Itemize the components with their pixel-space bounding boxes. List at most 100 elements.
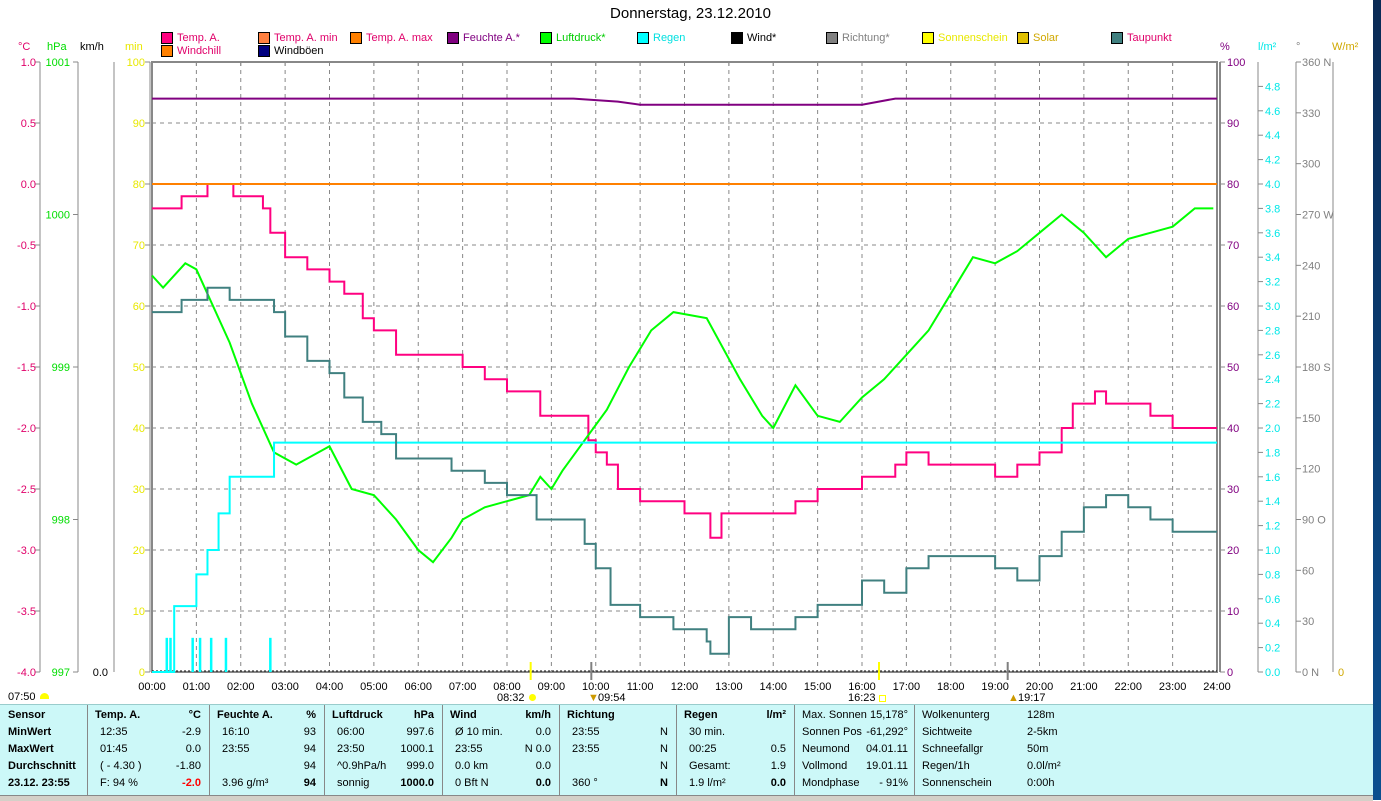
table-cell: N [660, 760, 668, 772]
celsius-tick-label: -4.0 [17, 667, 36, 679]
direction-tick-label: 30 [1302, 616, 1314, 628]
table-header-cell: Feuchte A. [217, 709, 273, 721]
table-header-cell: Richtung [567, 709, 615, 721]
min-tick-label: 50 [133, 362, 145, 374]
time-tick-label: 03:00 [271, 681, 299, 693]
rain-tick-label: 2.2 [1265, 399, 1280, 411]
min-tick-label: 20 [133, 545, 145, 557]
celsius-tick-label: -1.0 [17, 301, 36, 313]
table-cell: -2.9 [182, 726, 201, 738]
direction-tick-label: 330 [1302, 108, 1320, 120]
rain-tick-label: 2.4 [1265, 374, 1280, 386]
moon-event-time-2: 19:17 [1018, 692, 1046, 704]
series-line-luftdruck- [151, 207, 1214, 564]
table-column: Luftdruck hPa 06:00 997.6 23:50 1000.1 ^0.9hPa… [325, 705, 443, 796]
axis-unit-label: km/h [80, 41, 104, 53]
table-column: Wolkenunterg 128m Sichtweite 2-5km Schneefal… [915, 705, 1372, 796]
celsius-tick-label: -3.5 [17, 606, 36, 618]
percent-tick-label: 100 [1227, 57, 1245, 69]
celsius-tick-label: -2.5 [17, 484, 36, 496]
direction-tick-label: 0 N [1302, 667, 1319, 679]
time-tick-label: 04:00 [316, 681, 344, 693]
table-cell: 0.0 [535, 777, 551, 789]
celsius-tick-label: 1.0 [21, 57, 36, 69]
direction-tick-label: 360 N [1302, 57, 1331, 69]
table-header-cell: Luftdruck [332, 709, 383, 721]
min-tick-label: 0 [139, 667, 145, 679]
table-cell: 1000.0 [400, 777, 434, 789]
table-cell: 0:00h [1027, 777, 1055, 789]
table-cell: Mondphase [802, 777, 860, 789]
table-header-cell: 15,178° [869, 709, 908, 721]
percent-tick-label: 90 [1227, 118, 1239, 130]
percent-tick-label: 10 [1227, 606, 1239, 618]
table-cell: N [660, 743, 668, 755]
table-cell: Sonnen Pos [802, 726, 862, 738]
table-cell: 06:00 [337, 726, 365, 738]
min-tick-label: 10 [133, 606, 145, 618]
table-cell: -61,292° [866, 726, 908, 738]
percent-tick-label: 0 [1227, 667, 1233, 679]
time-tick-label: 06:00 [404, 681, 432, 693]
table-cell: Gesamt: [689, 760, 731, 772]
table-cell: 23.12. 23:55 [8, 777, 70, 789]
time-tick-label: 07:00 [449, 681, 477, 693]
percent-tick-label: 70 [1227, 240, 1239, 252]
rain-tick-label: 1.8 [1265, 447, 1280, 459]
table-header-cell: Max. Sonnen [802, 709, 867, 721]
hpa-tick-label: 1001 [46, 57, 70, 69]
time-tick-label: 02:00 [227, 681, 255, 693]
table-column: Max. Sonnen 15,178° Sonnen Pos -61,292° Neum… [795, 705, 915, 796]
min-tick-label: 60 [133, 301, 145, 313]
table-cell: Durchschnitt [8, 760, 76, 772]
sensor-table: Sensor MinWert MaxWert Durchschnitt 23.12. 2… [0, 704, 1373, 796]
table-header-cell: 128m [1027, 709, 1055, 721]
percent-tick-label: 40 [1227, 423, 1239, 435]
table-cell: 93 [303, 726, 316, 738]
celsius-tick-label: -3.0 [17, 545, 36, 557]
axis-unit-label: % [1220, 41, 1230, 53]
celsius-tick-label: 0.5 [21, 118, 36, 130]
table-cell: 23:55 [572, 726, 600, 738]
min-tick-label: 100 [127, 57, 145, 69]
hpa-tick-label: 997 [52, 667, 70, 679]
table-header-cell: % [306, 709, 316, 721]
rain-tick-label: 4.8 [1265, 81, 1280, 93]
time-tick-label: 24:00 [1203, 681, 1231, 693]
axis-unit-label: ° [1296, 41, 1300, 53]
table-cell: 0.0 [535, 760, 551, 772]
moon-icon [40, 693, 49, 699]
direction-tick-label: 180 S [1302, 362, 1331, 374]
series-line-regen [152, 441, 1217, 673]
rain-tick-label: 1.6 [1265, 472, 1280, 484]
percent-tick-label: 60 [1227, 301, 1239, 313]
table-cell: 1.9 l/m² [689, 777, 726, 789]
table-cell: 1.9 [770, 760, 786, 772]
direction-tick-label: 120 [1302, 464, 1320, 476]
table-cell: Regen/1h [922, 760, 970, 772]
table-cell: 2-5km [1027, 726, 1058, 738]
table-header-cell: Wind [450, 709, 477, 721]
time-tick-label: 22:00 [1114, 681, 1142, 693]
table-cell: Neumond [802, 743, 850, 755]
table-cell: 94 [303, 760, 316, 772]
axis-unit-label: min [125, 41, 143, 53]
min-tick-label: 30 [133, 484, 145, 496]
min-tick-label: 70 [133, 240, 145, 252]
desktop-background [1373, 0, 1381, 800]
time-tick-label: 21:00 [1070, 681, 1098, 693]
table-cell: 3.96 g/m³ [222, 777, 269, 789]
rain-tick-label: 4.6 [1265, 106, 1280, 118]
table-column: Temp. A. °C 12:35 -2.9 01:45 0.0 ( - 4.30 ) -1.… [88, 705, 210, 796]
rain-tick-label: 2.8 [1265, 325, 1280, 337]
table-cell: Vollmond [802, 760, 848, 772]
rain-tick-label: 1.2 [1265, 521, 1280, 533]
min-tick-label: 40 [133, 423, 145, 435]
rain-tick-label: 0.6 [1265, 594, 1280, 606]
direction-tick-label: 210 [1302, 311, 1320, 323]
direction-tick-label: 300 [1302, 159, 1320, 171]
direction-tick-label: 90 O [1302, 515, 1326, 527]
rain-tick-label: 4.4 [1265, 130, 1280, 142]
axis-unit-label: hPa [47, 41, 67, 53]
table-header-cell: °C [188, 709, 201, 721]
